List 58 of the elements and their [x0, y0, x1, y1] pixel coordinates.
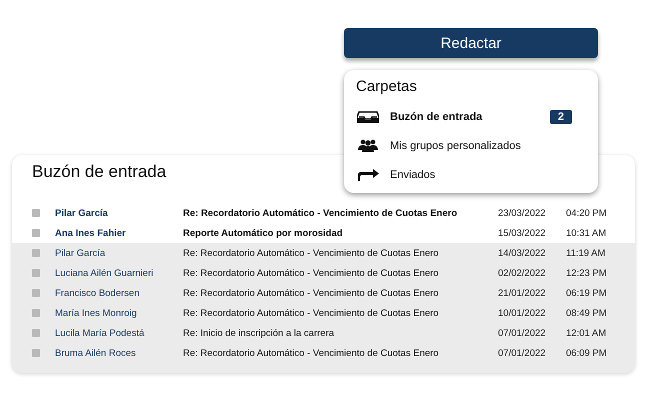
row-checkbox[interactable] — [32, 329, 40, 337]
row-checkbox[interactable] — [32, 349, 40, 357]
message-subject: Re: Recordatorio Automático - Vencimiento de Cuotas Enero — [183, 288, 440, 298]
message-time: 12:23 PM — [566, 268, 608, 278]
row-checkbox[interactable] — [32, 229, 40, 237]
inbox-tray-icon — [357, 110, 379, 122]
message-date: 21/01/2022 — [498, 288, 547, 298]
people-icon — [358, 139, 378, 152]
message-date: 02/02/2022 — [498, 268, 547, 278]
message-subject: Re: Recordatorio Automático - Vencimiento de Cuotas Enero — [183, 248, 440, 258]
message-row[interactable]: Francisco Bodersen Re: Recordatorio Automático - Vencimiento de Cuotas Enero 21/01/2022 06:19 PM — [12, 283, 635, 303]
sender-name: Lucila María Podestá — [55, 328, 146, 338]
message-time: 10:31 AM — [566, 228, 608, 238]
sender-name: María Ines Monroig — [55, 308, 138, 318]
message-subject: Re: Recordatorio Automático - Vencimiento de Cuotas Enero — [183, 308, 440, 318]
message-time: 08:49 PM — [566, 308, 608, 318]
row-checkbox[interactable] — [32, 309, 40, 317]
message-subject: Reporte Automático por morosidad — [183, 228, 344, 238]
message-subject: Re: Inicio de inscripción a la carrera — [183, 328, 336, 338]
message-time: 06:09 PM — [566, 348, 608, 358]
panel-title: Carpetas — [356, 78, 418, 95]
row-checkbox[interactable] — [32, 249, 40, 257]
message-subject: Re: Recordatorio Automático - Vencimiento de Cuotas Enero — [183, 208, 458, 218]
message-subject: Re: Recordatorio Automático - Vencimiento de Cuotas Enero — [183, 268, 440, 278]
folder-item[interactable]: Enviados — [356, 160, 586, 189]
row-checkbox[interactable] — [32, 209, 40, 217]
forward-arrow-icon — [357, 168, 379, 180]
message-row[interactable]: Lucila María Podestá Re: Inicio de inscripción a la carrera 07/01/2022 12:01 AM — [12, 323, 635, 343]
compose-button[interactable]: Redactar — [344, 28, 598, 58]
sender-name: Francisco Bodersen — [55, 288, 140, 298]
message-date: 07/01/2022 — [498, 348, 547, 358]
message-time: 06:19 PM — [566, 288, 608, 298]
message-time: 12:01 AM — [566, 328, 608, 338]
message-date: 10/01/2022 — [498, 308, 547, 318]
message-time: 04:20 PM — [566, 208, 608, 218]
inbox-title: Buzón de entrada — [32, 162, 166, 182]
row-checkbox[interactable] — [32, 289, 40, 297]
folder-item[interactable]: Buzón de entrada 2 — [356, 102, 586, 131]
message-date: 15/03/2022 — [498, 228, 547, 238]
sender-name: Pilar García — [55, 208, 109, 218]
message-row[interactable]: Luciana Ailén Guarnieri Re: Recordatorio Automático - Vencimiento de Cuotas Enero 02/02/2022 12:23 PM — [12, 263, 635, 283]
message-row[interactable]: Ana Ines Fahier Reporte Automático por morosidad 15/03/2022 10:31 AM — [12, 223, 635, 243]
sender-name: Pilar García — [55, 248, 106, 258]
sender-name: Bruma Ailén Roces — [55, 348, 137, 358]
row-checkbox[interactable] — [32, 269, 40, 277]
message-date: 23/03/2022 — [498, 208, 547, 218]
message-row[interactable]: Pilar García Re: Recordatorio Automático - Vencimiento de Cuotas Enero 14/03/2022 11:19 AM — [12, 243, 635, 263]
message-row[interactable]: Bruma Ailén Roces Re: Recordatorio Automático - Vencimiento de Cuotas Enero 07/01/2022 06:09 PM — [12, 343, 635, 363]
message-row[interactable]: Pilar García Re: Recordatorio Automático - Vencimiento de Cuotas Enero 23/03/2022 04:20 PM — [12, 203, 635, 223]
count-badge: 2 — [550, 110, 572, 124]
sender-name: Luciana Ailén Guarnieri — [55, 268, 154, 278]
message-date: 07/01/2022 — [498, 328, 547, 338]
folder-item[interactable]: Mis grupos personalizados — [356, 131, 586, 160]
sender-name: Ana Ines Fahier — [55, 228, 127, 238]
message-date: 14/03/2022 — [498, 248, 547, 258]
message-row[interactable]: María Ines Monroig Re: Recordatorio Automático - Vencimiento de Cuotas Enero 10/01/2022 08:49 PM — [12, 303, 635, 323]
message-time: 11:19 AM — [566, 248, 606, 258]
message-subject: Re: Recordatorio Automático - Vencimiento de Cuotas Enero — [183, 348, 440, 358]
